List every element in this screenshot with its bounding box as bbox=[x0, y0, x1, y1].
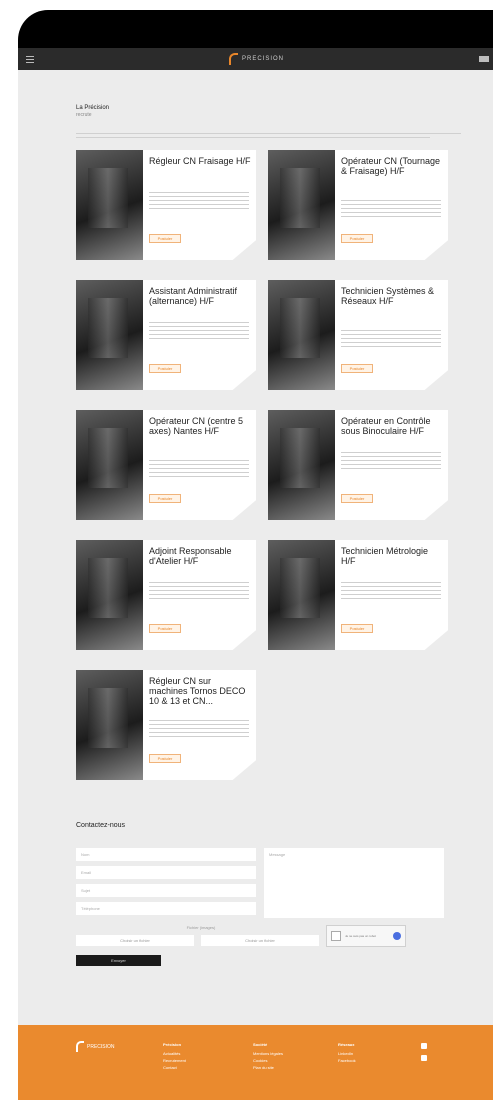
job-title[interactable]: Technicien Systèmes & Réseaux H/F bbox=[341, 286, 443, 306]
job-photo bbox=[268, 280, 335, 390]
phone-field[interactable]: Téléphone bbox=[76, 902, 256, 915]
footer-link[interactable]: Facebook bbox=[338, 1057, 356, 1064]
job-photo bbox=[76, 410, 143, 520]
careers-section: La Précision recrute bbox=[76, 105, 461, 138]
file-label: Fichier (images) bbox=[186, 925, 216, 930]
section-title-sub: recrute bbox=[76, 112, 92, 118]
file-upload-button[interactable]: Choisir un fichier bbox=[76, 935, 194, 946]
footer-col-title: Réseaux bbox=[338, 1042, 355, 1047]
job-card[interactable]: Technicien Systèmes & Réseaux H/F Postule… bbox=[268, 280, 448, 390]
job-title[interactable]: Assistant Administratif (alternance) H/F bbox=[149, 286, 251, 306]
job-photo bbox=[76, 150, 143, 260]
footer-link[interactable]: Contact bbox=[163, 1064, 186, 1071]
footer-link[interactable]: Cookies bbox=[253, 1057, 283, 1064]
job-photo bbox=[268, 540, 335, 650]
footer-logo-mark-icon bbox=[76, 1041, 84, 1052]
job-description-lines bbox=[149, 582, 249, 600]
hamburger-menu-icon[interactable] bbox=[26, 55, 34, 63]
job-card[interactable]: Opérateur CN (Tournage & Fraisage) H/F Po… bbox=[268, 150, 448, 260]
apply-button[interactable]: Postuler bbox=[149, 754, 181, 763]
job-description-lines bbox=[149, 192, 249, 210]
section-title-main: La Précision bbox=[76, 105, 110, 111]
apply-button[interactable]: Postuler bbox=[341, 234, 373, 243]
email-field[interactable]: Email bbox=[76, 866, 256, 879]
job-photo bbox=[76, 670, 143, 780]
facebook-icon[interactable] bbox=[421, 1055, 427, 1061]
footer-col-title: Précision bbox=[163, 1042, 182, 1047]
contact-title: Contactez-nous bbox=[76, 822, 126, 829]
flag-icon[interactable] bbox=[478, 56, 489, 62]
linkedin-icon[interactable] bbox=[421, 1043, 427, 1049]
apply-button[interactable]: Postuler bbox=[149, 624, 181, 633]
job-card[interactable]: Technicien Métrologie H/F Postuler bbox=[268, 540, 448, 650]
footer: PRECISION Précision Actualités Recruteme… bbox=[18, 1025, 493, 1100]
intro-text-lines bbox=[76, 133, 461, 138]
section-title: La Précision recrute bbox=[76, 105, 461, 119]
subject-field[interactable]: Sujet bbox=[76, 884, 256, 897]
contact-form: Contactez-nous Nom Email Sujet Téléphone… bbox=[76, 822, 461, 966]
job-description-lines bbox=[341, 330, 441, 348]
message-field[interactable]: Message bbox=[264, 848, 444, 918]
job-description-lines bbox=[341, 582, 441, 600]
logo-mark-icon bbox=[228, 53, 238, 65]
footer-link[interactable]: LinkedIn bbox=[338, 1050, 356, 1057]
status-bar bbox=[18, 10, 493, 48]
job-title[interactable]: Opérateur en Contrôle sous Binoculaire H… bbox=[341, 416, 443, 436]
apply-button[interactable]: Postuler bbox=[149, 364, 181, 373]
logo[interactable]: PRECISION bbox=[228, 53, 284, 65]
file-upload-button-2[interactable]: Choisir un fichier bbox=[201, 935, 319, 946]
job-title[interactable]: Adjoint Responsable d'Atelier H/F bbox=[149, 546, 251, 566]
footer-link[interactable]: Mentions légales bbox=[253, 1050, 283, 1057]
apply-button[interactable]: Postuler bbox=[341, 364, 373, 373]
footer-logo[interactable]: PRECISION bbox=[76, 1041, 115, 1052]
job-title[interactable]: Régleur CN Fraisage H/F bbox=[149, 156, 251, 166]
job-card[interactable]: Opérateur en Contrôle sous Binoculaire H… bbox=[268, 410, 448, 520]
job-title[interactable]: Opérateur CN (Tournage & Fraisage) H/F bbox=[341, 156, 443, 176]
job-description-lines bbox=[149, 720, 249, 738]
device-frame: PRECISION La Précision recrute Régleur C… bbox=[18, 10, 493, 1100]
footer-logo-text: PRECISION bbox=[87, 1043, 115, 1050]
job-card[interactable]: Opérateur CN (centre 5 axes) Nantes H/F P… bbox=[76, 410, 256, 520]
job-description-lines bbox=[149, 460, 249, 478]
apply-button[interactable]: Postuler bbox=[149, 234, 181, 243]
job-title[interactable]: Régleur CN sur machines Tornos DECO 10 &… bbox=[149, 676, 251, 706]
job-description-lines bbox=[341, 452, 441, 470]
job-description-lines bbox=[341, 200, 441, 218]
job-photo bbox=[268, 150, 335, 260]
captcha-widget[interactable]: Je ne suis pas un robot bbox=[326, 925, 406, 947]
recaptcha-icon bbox=[393, 932, 401, 940]
job-title[interactable]: Opérateur CN (centre 5 axes) Nantes H/F bbox=[149, 416, 251, 436]
footer-link[interactable]: Plan du site bbox=[253, 1064, 283, 1071]
apply-button[interactable]: Postuler bbox=[341, 494, 373, 503]
job-description-lines bbox=[149, 322, 249, 340]
job-card[interactable]: Adjoint Responsable d'Atelier H/F Postule… bbox=[76, 540, 256, 650]
footer-link[interactable]: Recrutement bbox=[163, 1057, 186, 1064]
submit-button[interactable]: Envoyer bbox=[76, 955, 161, 966]
job-card[interactable]: Régleur CN sur machines Tornos DECO 10 &… bbox=[76, 670, 256, 780]
footer-col-3: Réseaux LinkedIn Facebook bbox=[338, 1041, 356, 1064]
job-photo bbox=[268, 410, 335, 520]
job-photo bbox=[76, 280, 143, 390]
footer-col-title: Société bbox=[253, 1042, 268, 1047]
captcha-checkbox[interactable] bbox=[331, 931, 341, 941]
footer-col-2: Société Mentions légales Cookies Plan du… bbox=[253, 1041, 283, 1071]
job-title[interactable]: Technicien Métrologie H/F bbox=[341, 546, 443, 566]
job-photo bbox=[76, 540, 143, 650]
job-card[interactable]: Régleur CN Fraisage H/F Postuler bbox=[76, 150, 256, 260]
captcha-label: Je ne suis pas un robot bbox=[345, 934, 377, 938]
apply-button[interactable]: Postuler bbox=[341, 624, 373, 633]
footer-link[interactable]: Actualités bbox=[163, 1050, 186, 1057]
navbar: PRECISION bbox=[18, 48, 493, 70]
footer-col-1: Précision Actualités Recrutement Contact bbox=[163, 1041, 186, 1071]
job-card[interactable]: Assistant Administratif (alternance) H/F… bbox=[76, 280, 256, 390]
logo-text: PRECISION bbox=[241, 56, 284, 62]
name-field[interactable]: Nom bbox=[76, 848, 256, 861]
apply-button[interactable]: Postuler bbox=[149, 494, 181, 503]
